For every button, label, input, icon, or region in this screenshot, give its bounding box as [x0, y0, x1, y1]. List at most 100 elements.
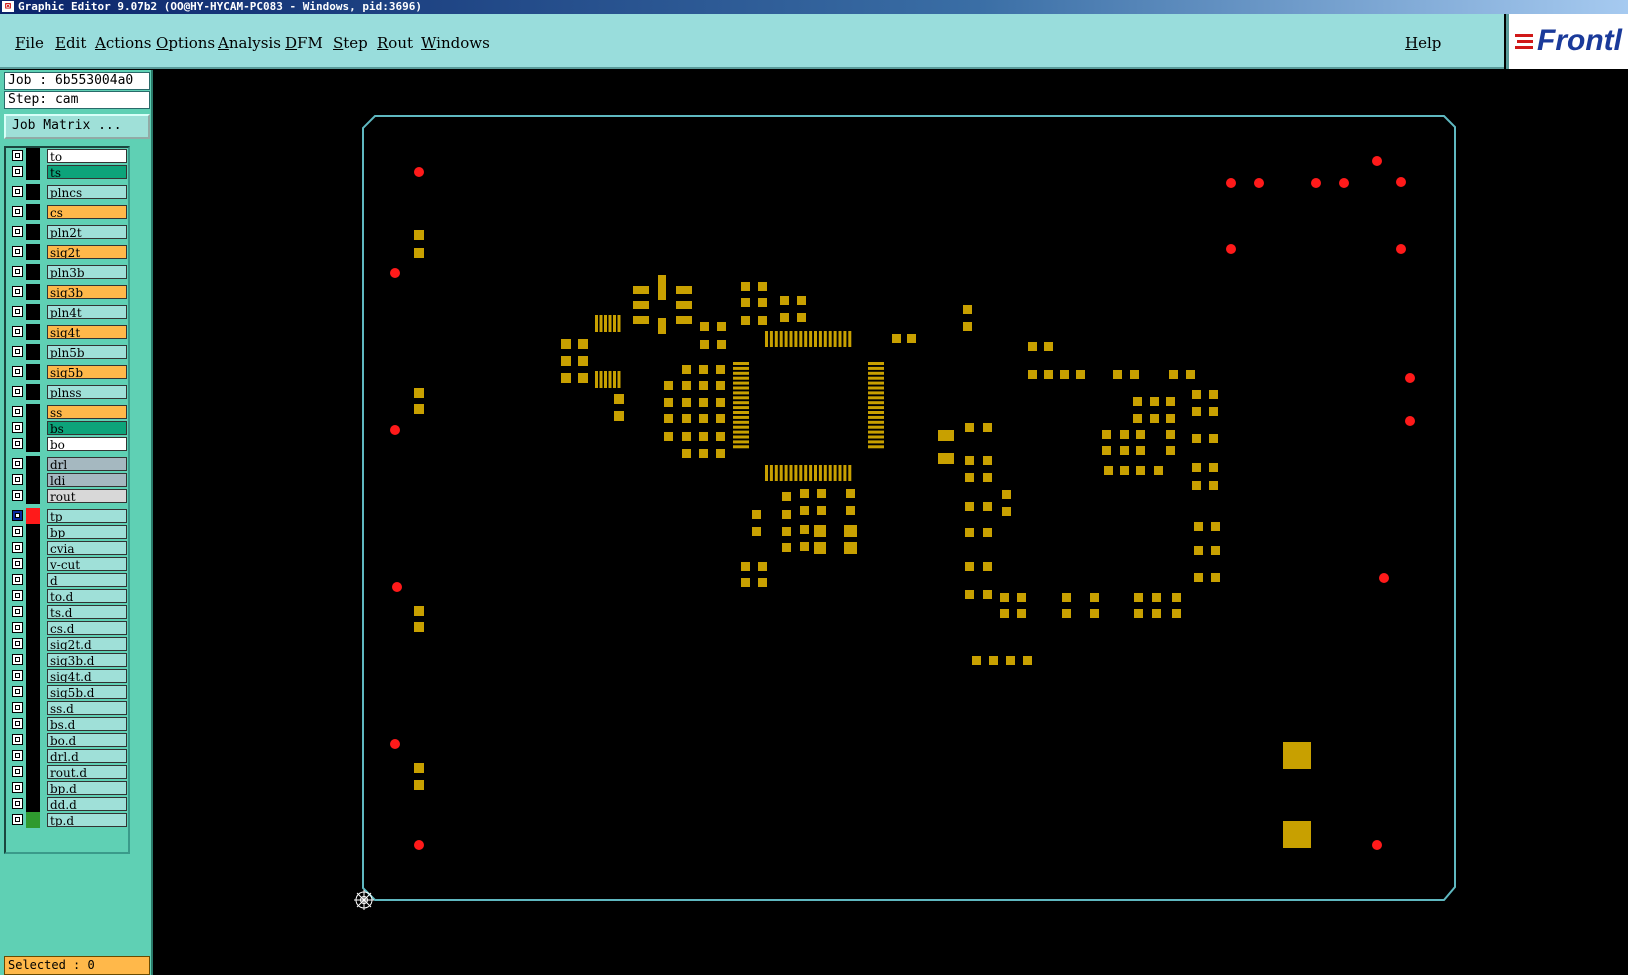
smd-pad[interactable]: [741, 298, 750, 307]
smd-pad[interactable]: [733, 396, 749, 400]
smd-pad[interactable]: [799, 465, 803, 481]
smd-pad[interactable]: [1028, 342, 1037, 351]
smd-pad[interactable]: [664, 398, 673, 407]
layer-checkbox-icon[interactable]: [12, 286, 23, 297]
layer-name[interactable]: ts.d: [47, 605, 127, 619]
smd-pad[interactable]: [1133, 414, 1142, 423]
layer-row-rout.d[interactable]: rout.d: [10, 764, 128, 780]
smd-pad[interactable]: [779, 331, 783, 347]
layer-name[interactable]: v-cut: [47, 557, 127, 571]
layer-row-rout[interactable]: rout: [10, 488, 128, 504]
layer-row-pln5b[interactable]: pln5b: [10, 344, 128, 360]
layer-row-cs[interactable]: cs: [10, 204, 128, 220]
smd-pad[interactable]: [414, 248, 424, 258]
smd-pad[interactable]: [983, 473, 992, 482]
smd-pad[interactable]: [741, 282, 750, 291]
smd-pad[interactable]: [758, 282, 767, 291]
smd-pad[interactable]: [769, 465, 773, 481]
smd-pad[interactable]: [613, 315, 616, 332]
smd-pad[interactable]: [868, 391, 884, 395]
test-point[interactable]: [1396, 244, 1406, 254]
smd-pad[interactable]: [1028, 370, 1037, 379]
smd-pad[interactable]: [1104, 466, 1113, 475]
layer-row-plncs[interactable]: plncs: [10, 184, 128, 200]
layer-row-sig4t.d[interactable]: sig4t.d: [10, 668, 128, 684]
smd-pad[interactable]: [1023, 656, 1032, 665]
smd-pad[interactable]: [699, 365, 708, 374]
layer-row-v-cut[interactable]: v-cut: [10, 556, 128, 572]
smd-pad[interactable]: [1211, 522, 1220, 531]
layer-name[interactable]: sig4t.d: [47, 669, 127, 683]
menu-step[interactable]: Step: [333, 34, 368, 52]
smd-pad[interactable]: [782, 543, 791, 552]
layer-checkbox-icon[interactable]: [12, 670, 23, 681]
smd-pad[interactable]: [741, 578, 750, 587]
test-point[interactable]: [1311, 178, 1321, 188]
layer-name[interactable]: plnss: [47, 385, 127, 399]
test-point[interactable]: [414, 840, 424, 850]
layer-name[interactable]: rout.d: [47, 765, 127, 779]
smd-pad[interactable]: [676, 301, 692, 309]
smd-pad[interactable]: [1120, 446, 1129, 455]
smd-pad[interactable]: [868, 440, 884, 444]
smd-pad[interactable]: [868, 366, 884, 370]
smd-pad[interactable]: [1113, 370, 1122, 379]
smd-pad[interactable]: [604, 315, 607, 332]
menu-dfm[interactable]: DFM: [285, 34, 323, 52]
layer-checkbox-icon[interactable]: [12, 366, 23, 377]
layer-checkbox-icon[interactable]: [12, 490, 23, 501]
smd-pad[interactable]: [1133, 397, 1142, 406]
layer-checkbox-icon[interactable]: [12, 406, 23, 417]
menu-options[interactable]: Options: [156, 34, 215, 52]
test-point[interactable]: [390, 268, 400, 278]
layer-name[interactable]: bp: [47, 525, 127, 539]
smd-pad[interactable]: [989, 656, 998, 665]
smd-pad[interactable]: [1090, 593, 1099, 602]
smd-pad[interactable]: [595, 315, 598, 332]
layer-row-d[interactable]: d: [10, 572, 128, 588]
layer-checkbox-icon[interactable]: [12, 166, 23, 177]
smd-pad[interactable]: [1172, 609, 1181, 618]
smd-pad[interactable]: [604, 371, 607, 388]
smd-pad[interactable]: [733, 391, 749, 395]
layer-checkbox-icon[interactable]: [12, 422, 23, 433]
smd-pad[interactable]: [1209, 463, 1218, 472]
smd-pad[interactable]: [682, 381, 691, 390]
smd-pad[interactable]: [800, 489, 809, 498]
smd-pad[interactable]: [733, 376, 749, 380]
smd-pad[interactable]: [682, 449, 691, 458]
smd-pad[interactable]: [800, 506, 809, 515]
layer-row-sig5b.d[interactable]: sig5b.d: [10, 684, 128, 700]
smd-pad[interactable]: [1166, 430, 1175, 439]
smd-pad[interactable]: [717, 340, 726, 349]
smd-pad[interactable]: [1192, 463, 1201, 472]
smd-pad[interactable]: [828, 331, 832, 347]
smd-pad[interactable]: [752, 510, 761, 519]
layer-name[interactable]: ss: [47, 405, 127, 419]
layer-name[interactable]: tp.d: [47, 813, 127, 827]
smd-pad[interactable]: [733, 445, 749, 449]
layer-row-sig2t[interactable]: sig2t: [10, 244, 128, 260]
smd-pad[interactable]: [1211, 546, 1220, 555]
layer-row-ss[interactable]: ss: [10, 404, 128, 420]
layer-checkbox-icon[interactable]: [12, 750, 23, 761]
layer-row-to[interactable]: to: [10, 148, 128, 164]
layer-checkbox-icon[interactable]: [12, 686, 23, 697]
smd-pad[interactable]: [1044, 342, 1053, 351]
layer-name[interactable]: bp.d: [47, 781, 127, 795]
smd-pad[interactable]: [682, 365, 691, 374]
smd-pad[interactable]: [1166, 414, 1175, 423]
smd-pad[interactable]: [608, 315, 612, 332]
layer-name[interactable]: sig4t: [47, 325, 127, 339]
smd-pad[interactable]: [965, 456, 974, 465]
smd-pad[interactable]: [1006, 656, 1015, 665]
smd-pad[interactable]: [733, 371, 749, 375]
layer-row-drl[interactable]: drl: [10, 456, 128, 472]
smd-pad[interactable]: [758, 578, 767, 587]
smd-pad[interactable]: [848, 465, 852, 481]
smd-pad[interactable]: [800, 542, 809, 551]
layer-row-cvia[interactable]: cvia: [10, 540, 128, 556]
layer-row-dd.d[interactable]: dd.d: [10, 796, 128, 812]
smd-pad[interactable]: [561, 373, 571, 383]
smd-pad[interactable]: [658, 275, 666, 300]
